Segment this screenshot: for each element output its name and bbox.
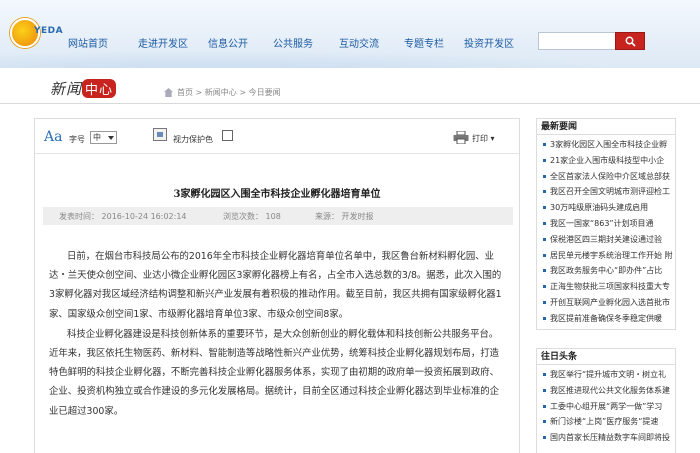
view-count: 浏览次数： 108 xyxy=(223,212,281,221)
font-size-label: 字号 xyxy=(69,135,85,144)
news-link[interactable]: 居民单元楼宇系统治理工作开始 附 xyxy=(537,248,675,264)
section-title: 新闻 中心 xyxy=(50,78,117,99)
eye-protection-checkbox[interactable] xyxy=(222,130,233,141)
search-input[interactable] xyxy=(538,32,616,50)
news-link[interactable]: 3家孵化园区入围全市科技企业孵 xyxy=(537,137,675,153)
news-link[interactable]: 我区举行“提升城市文明・树立礼 xyxy=(537,367,675,383)
article-body: 日前，在烟台市科技局公布的2016年全市科技企业孵化器培育单位名单中，我区鲁台新… xyxy=(35,247,519,422)
article-toolbar: Aa 字号 中 视力保护色 打印 ▾ xyxy=(35,119,519,154)
past-headlines-list: 我区举行“提升城市文明・树立礼 我区推进现代公共文化服务体系建 工委中心组开展“两学… xyxy=(537,365,675,446)
font-size-icon: Aa xyxy=(44,129,63,145)
news-link[interactable]: 工委中心组开展“两学一做”学习 xyxy=(537,399,675,415)
site-header: YEDA 网站首页 走进开发区 信息公开 公共服务 互动交流 专题专栏 投资开发… xyxy=(0,0,700,68)
past-headlines-box: 往日头条 我区举行“提升城市文明・树立礼 我区推进现代公共文化服务体系建 工委中心组… xyxy=(536,348,676,453)
news-link[interactable]: 我区召开全国文明城市测评迎检工 xyxy=(537,184,675,200)
nav-item-services[interactable]: 公共服务 xyxy=(273,35,339,50)
sidebar: 最新要闻 3家孵化园区入围全市科技企业孵 21家企业入围市级科技型中小企 全区首家法… xyxy=(536,118,676,453)
nav-item-interaction[interactable]: 互动交流 xyxy=(339,35,404,50)
eye-protection-label: 视力保护色 xyxy=(173,135,213,144)
printer-icon[interactable] xyxy=(453,131,469,144)
nav-item-home[interactable]: 网站首页 xyxy=(68,35,138,50)
news-link[interactable]: 保税港区四三期封关建设通过验 xyxy=(537,232,675,248)
news-link[interactable]: 新门诊楼“上岗”医疗服务“提速 xyxy=(537,414,675,430)
latest-news-title: 最新要闻 xyxy=(537,119,675,135)
article-paragraph: 日前，在烟台市科技局公布的2016年全市科技企业孵化器培育单位名单中，我区鲁台新… xyxy=(49,251,502,320)
article-title: 3家孵化园区入围全市科技企业孵化器培育单位 xyxy=(173,189,381,200)
past-headlines-title: 往日头条 xyxy=(537,349,675,365)
nav-item-invest[interactable]: 投资开发区 xyxy=(464,35,534,50)
breadcrumb-text[interactable]: 首页 > 新闻中心 > 今日要闻 xyxy=(177,87,281,98)
news-link[interactable]: 开创互联网产业孵化园入选首批市 xyxy=(537,295,675,311)
news-link[interactable]: 30万吨级原油码头建成启用 xyxy=(537,200,675,216)
article-source: 来源： 开发时报 xyxy=(315,212,374,221)
news-link[interactable]: 我区推进现代公共文化服务体系建 xyxy=(537,383,675,399)
nav-item-topics[interactable]: 专题专栏 xyxy=(404,35,464,50)
site-logo-text: YEDA xyxy=(34,26,64,36)
article-panel: Aa 字号 中 视力保护色 打印 ▾ 3家孵化园区入围全市科技企业孵化器培育单位… xyxy=(34,118,520,453)
eye-protection-icon xyxy=(153,128,167,141)
search-button[interactable] xyxy=(615,32,645,50)
news-link[interactable]: 国内首家长压精益数字车间即将投 xyxy=(537,430,675,446)
font-size-select[interactable]: 中 xyxy=(90,131,117,144)
latest-news-box: 最新要闻 3家孵化园区入围全市科技企业孵 21家企业入围市级科技型中小企 全区首家法… xyxy=(536,118,676,330)
news-link[interactable]: 21家企业入围市级科技型中小企 xyxy=(537,153,675,169)
article-paragraph: 科技企业孵化器建设是科技创新体系的重要环节，是大众创新创业的孵化载体和科技创新公… xyxy=(49,328,500,417)
search-icon xyxy=(625,36,636,47)
news-link[interactable]: 我区一国家“863”计划项目通 xyxy=(537,216,675,232)
home-icon xyxy=(164,88,173,97)
nav-item-about[interactable]: 走进开发区 xyxy=(138,35,208,50)
news-link[interactable]: 全区首家法人保险中介区域总部获 xyxy=(537,169,675,185)
nav-item-info[interactable]: 信息公开 xyxy=(208,35,273,50)
print-button[interactable]: 打印 ▾ xyxy=(472,133,495,144)
main-nav: 网站首页 走进开发区 信息公开 公共服务 互动交流 专题专栏 投资开发区 xyxy=(68,35,534,50)
publish-time: 发表时间： 2016-10-24 16:02:14 xyxy=(59,212,187,221)
article-meta: 发表时间： 2016-10-24 16:02:14 浏览次数： 108 来源： … xyxy=(43,207,513,225)
breadcrumb: 首页 > 新闻中心 > 今日要闻 xyxy=(164,87,281,98)
news-link[interactable]: 我区提前准备确保冬季稳定供暖 xyxy=(537,311,675,327)
news-link[interactable]: 正海生物获批三项国家科技重大专 xyxy=(537,279,675,295)
latest-news-list: 3家孵化园区入围全市科技企业孵 21家企业入围市级科技型中小企 全区首家法人保险中介… xyxy=(537,135,675,327)
news-link[interactable]: 我区政务服务中心“即办件”占比 xyxy=(537,263,675,279)
